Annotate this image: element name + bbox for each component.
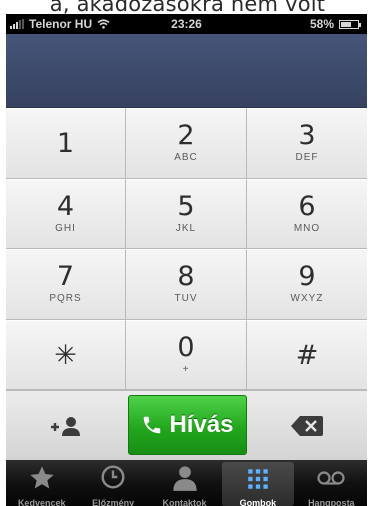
key-5[interactable]: 5 JKL [126, 178, 247, 249]
key-star[interactable]: ✳ [6, 319, 126, 390]
keypad-icon [222, 462, 293, 496]
tab-bar: Kedvencek Előzmény Kontaktok Gombok Hang… [6, 460, 367, 506]
tab-label: Kedvencek [17, 498, 66, 506]
add-contact-button[interactable] [6, 391, 126, 461]
key-digit: 8 [177, 261, 195, 292]
key-letters: TUV [174, 293, 198, 304]
key-letters: + [182, 363, 190, 375]
clock-icon [77, 460, 148, 494]
key-digit: 4 [56, 190, 75, 222]
call-button[interactable]: Hívás [128, 395, 247, 455]
tab-keypad[interactable]: Gombok [222, 462, 294, 506]
key-hash[interactable]: # [247, 319, 367, 390]
key-digit: 3 [298, 120, 316, 151]
key-digit: 2 [177, 120, 195, 151]
tab-favorites[interactable]: Kedvencek [6, 460, 77, 506]
key-3[interactable]: 3 DEF [247, 108, 367, 179]
key-digit: 0 [177, 331, 195, 363]
tab-label: Hangposta [308, 498, 355, 506]
key-8[interactable]: 8 TUV [126, 249, 247, 320]
key-9[interactable]: 9 WXYZ [247, 249, 367, 320]
backspace-icon [291, 416, 323, 436]
phone-icon [144, 416, 161, 434]
person-icon [149, 460, 220, 494]
battery-group: 58% [309, 17, 361, 31]
voicemail-icon [296, 460, 367, 494]
key-digit: 6 [298, 190, 316, 222]
key-letters: DEF [295, 152, 319, 163]
key-digit: 7 [56, 261, 75, 292]
battery-icon [339, 19, 361, 29]
key-6[interactable]: 6 MNO [247, 178, 367, 249]
star-icon [6, 460, 77, 494]
tab-label: Gombok [239, 498, 277, 506]
key-letters: PQRS [49, 293, 82, 304]
tab-label: Kontaktok [162, 498, 207, 506]
key-digit: 5 [177, 190, 195, 222]
status-bar: Telenor HU 23:26 58% [6, 14, 367, 34]
key-1[interactable]: 1 [6, 108, 126, 179]
dial-keypad: 1 2 ABC 3 DEF 4 GHI 5 JKL 6 MNO 7 PQRS 8 TUV 9W… [6, 108, 367, 390]
tab-label: Előzmény [92, 498, 135, 506]
key-letters: MNO [293, 222, 321, 234]
tab-recents[interactable]: Előzmény [77, 460, 148, 506]
key-letters: WXYZ [290, 293, 324, 304]
key-0[interactable]: 0 + [126, 319, 247, 390]
call-label: Hívás [169, 411, 234, 438]
key-letters: JKL [175, 222, 197, 234]
key-letters: ABC [174, 152, 198, 163]
key-digit: ✳ [54, 339, 77, 371]
tab-voicemail[interactable]: Hangposta [296, 460, 367, 506]
key-letters: GHI [55, 222, 76, 234]
key-digit: 1 [56, 128, 75, 159]
key-2[interactable]: 2 ABC [126, 108, 247, 179]
tab-contacts[interactable]: Kontaktok [149, 460, 220, 506]
number-display [6, 34, 367, 108]
add-contact-icon [51, 417, 80, 436]
delete-button[interactable] [247, 391, 367, 461]
battery-percent: 58% [309, 17, 334, 31]
key-digit: 9 [298, 261, 316, 292]
action-row: Hívás [6, 390, 367, 460]
key-digit: # [295, 339, 319, 371]
key-7[interactable]: 7 PQRS [6, 249, 126, 320]
key-4[interactable]: 4 GHI [6, 178, 126, 249]
